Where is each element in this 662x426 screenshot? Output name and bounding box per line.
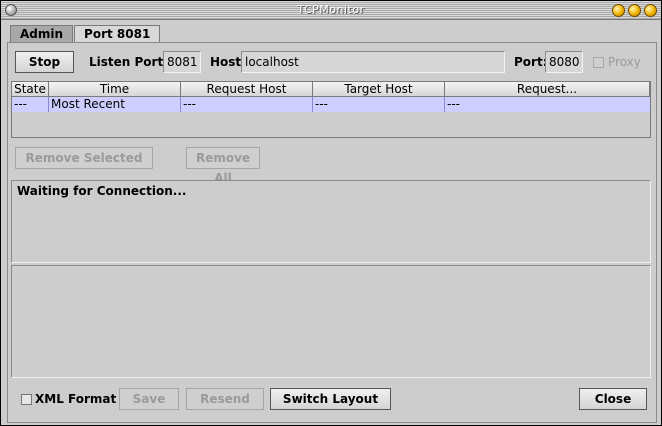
remove-selected-button[interactable]: Remove Selected <box>15 147 153 169</box>
xml-format-label: XML Format <box>35 392 117 406</box>
minimize-icon[interactable] <box>612 4 625 17</box>
maximize-icon[interactable] <box>628 4 641 17</box>
title-bar[interactable]: TCPMonitor <box>1 1 661 20</box>
switch-layout-button[interactable]: Switch Layout <box>270 388 391 410</box>
close-window-icon[interactable] <box>644 4 657 17</box>
listen-port-label: Listen Port: <box>89 55 168 69</box>
table-cell-target-host: --- <box>313 97 445 112</box>
column-header-request-host[interactable]: Request Host <box>181 82 313 97</box>
connections-table: State Time Request Host Target Host Requ… <box>11 81 651 138</box>
column-header-time[interactable]: Time <box>49 82 181 97</box>
table-cell-state: --- <box>12 97 49 112</box>
remove-all-button[interactable]: Remove All <box>186 147 260 185</box>
table-row[interactable]: --- Most Recent --- --- --- <box>12 97 650 112</box>
close-button[interactable]: Close <box>579 388 647 410</box>
resend-button[interactable]: Resend <box>186 388 264 410</box>
column-header-request[interactable]: Request... <box>445 82 650 97</box>
column-header-target-host[interactable]: Target Host <box>313 82 445 97</box>
xml-format-checkbox[interactable] <box>21 394 32 405</box>
host-field[interactable]: localhost <box>241 51 505 73</box>
column-header-state[interactable]: State <box>12 82 49 97</box>
listen-port-field[interactable]: 8081 <box>163 51 201 73</box>
table-header: State Time Request Host Target Host Requ… <box>12 82 650 97</box>
target-port-field[interactable]: 8080 <box>545 51 583 73</box>
tab-port-8081[interactable]: Port 8081 <box>74 25 161 42</box>
table-cell-time: Most Recent <box>49 97 181 112</box>
proxy-label: Proxy <box>608 55 641 69</box>
save-button[interactable]: Save <box>119 388 179 410</box>
tab-admin[interactable]: Admin <box>10 25 74 42</box>
stop-button[interactable]: Stop <box>15 51 74 73</box>
table-cell-request: --- <box>447 97 460 111</box>
window-title: TCPMonitor <box>297 3 365 16</box>
table-cell-request-host: --- <box>181 97 313 112</box>
window-controls <box>612 4 657 17</box>
port-label: Port: <box>514 55 548 69</box>
tab-bar: Admin Port 8081 <box>10 25 161 43</box>
connection-status-text: Waiting for Connection... <box>17 184 187 198</box>
tcpmonitor-window: TCPMonitor Admin Port 8081 Stop Listen P… <box>0 0 662 426</box>
request-text-area[interactable]: Waiting for Connection... <box>11 180 651 263</box>
port-panel: Stop Listen Port: 8081 Host: localhost P… <box>7 42 657 423</box>
proxy-checkbox[interactable] <box>593 57 604 68</box>
response-text-area[interactable] <box>11 265 651 378</box>
